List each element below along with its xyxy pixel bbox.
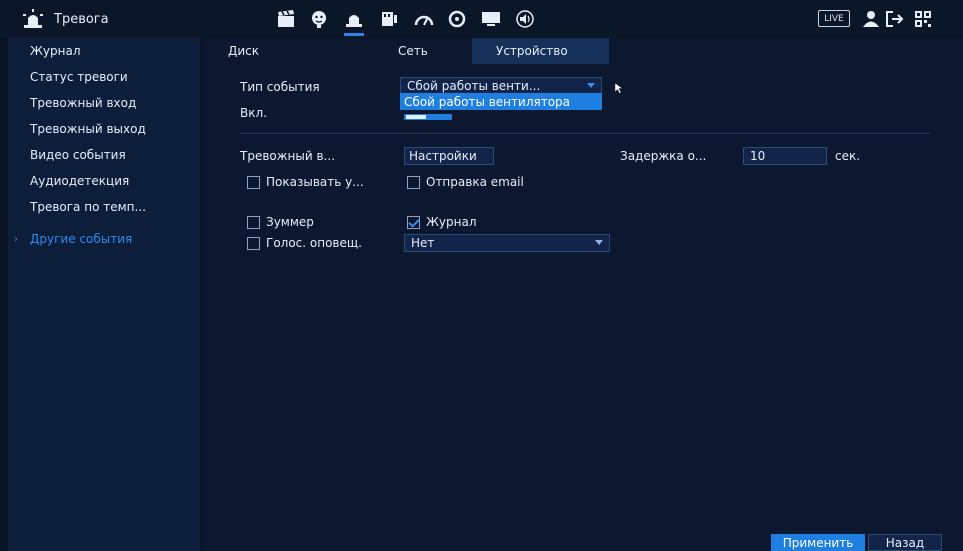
sidebar-item-video-events[interactable]: Видео события — [8, 142, 200, 168]
face-icon[interactable] — [308, 9, 330, 29]
main-panel: Диск Сеть Устройство Тип события Сбой ра… — [204, 38, 963, 551]
app-title-text: Тревога — [54, 11, 109, 27]
tab-device[interactable]: Устройство — [472, 38, 609, 64]
checkbox-box — [247, 215, 260, 229]
live-button[interactable]: LIVE — [818, 10, 850, 27]
speedometer-icon[interactable] — [413, 9, 435, 29]
sidebar-item-label: Журнал — [30, 44, 81, 58]
apply-button[interactable]: Применить — [771, 534, 865, 551]
logout-icon[interactable] — [884, 9, 906, 29]
sidebar-item-label: Тревожный вход — [30, 96, 137, 110]
sidebar-item-label: Тревожный выход — [30, 122, 146, 136]
checkbox-box — [407, 215, 420, 229]
sidebar-item-temperature-alarm[interactable]: Тревога по темп... — [8, 194, 200, 220]
settings-button[interactable]: Настройки — [404, 147, 494, 165]
delay-unit: сек. — [835, 149, 861, 163]
send-email-checkbox[interactable]: Отправка email — [407, 175, 524, 189]
show-message-checkbox[interactable]: Показывать у... — [247, 175, 364, 189]
alarm-icon[interactable] — [343, 9, 365, 36]
toggle-knob — [406, 115, 426, 119]
enable-label: Вкл. — [240, 106, 267, 120]
checkbox-label: Показывать у... — [266, 175, 364, 189]
checkbox-label: Журнал — [426, 215, 477, 229]
tab-disk[interactable]: Диск — [204, 38, 294, 64]
top-bar: Тревога LIVE — [0, 0, 963, 38]
sidebar-item-label: Аудиодетекция — [30, 174, 130, 188]
sidebar-item-label: Статус тревоги — [30, 70, 128, 84]
chevron-right-icon: › — [14, 233, 18, 245]
disc-icon[interactable] — [446, 9, 468, 29]
tab-label: Сеть — [398, 44, 428, 58]
chevron-down-icon — [595, 240, 603, 245]
log-checkbox[interactable]: Журнал — [407, 215, 477, 229]
event-type-option-label: Сбой работы вентилятора — [404, 94, 571, 109]
sidebar-item-label: Тревога по темп... — [30, 200, 146, 214]
alarm-out-label: Тревожный в... — [240, 149, 336, 163]
checkbox-label: Отправка email — [426, 175, 524, 189]
user-icon[interactable] — [860, 9, 882, 29]
sidebar-item-journal[interactable]: Журнал — [8, 38, 200, 64]
app-title: Тревога — [22, 9, 109, 29]
buzzer-checkbox[interactable]: Зуммер — [247, 215, 314, 229]
voice-checkbox[interactable]: Голос. оповещ. — [247, 236, 362, 250]
chevron-down-icon — [587, 83, 595, 88]
delay-label: Задержка о... — [620, 149, 707, 163]
checkbox-label: Зуммер — [266, 215, 314, 229]
sidebar-item-other-events[interactable]: › Другие события — [8, 226, 200, 252]
sidebar-item-label: Другие события — [30, 232, 133, 246]
event-type-value: Сбой работы венти... — [407, 79, 541, 93]
event-type-label: Тип события — [240, 80, 320, 94]
network-icon[interactable] — [378, 9, 400, 29]
sidebar-item-alarm-status[interactable]: Статус тревоги — [8, 64, 200, 90]
clapperboard-icon[interactable] — [275, 9, 297, 29]
sidebar-item-alarm-output[interactable]: Тревожный выход — [8, 116, 200, 142]
checkbox-box — [247, 236, 260, 250]
back-button[interactable]: Назад — [868, 534, 942, 551]
tab-label: Диск — [228, 44, 260, 58]
sidebar-item-audio-detection[interactable]: Аудиодетекция — [8, 168, 200, 194]
voice-value: Нет — [411, 236, 435, 250]
checkbox-box — [407, 175, 420, 189]
monitor-icon[interactable] — [480, 9, 502, 29]
sidebar-item-label: Видео события — [30, 148, 126, 162]
alarm-icon — [23, 9, 43, 28]
delay-input[interactable]: 10 — [743, 147, 827, 165]
checkbox-box — [247, 175, 260, 189]
divider — [240, 133, 930, 134]
sidebar: Журнал Статус тревоги Тревожный вход Тре… — [8, 38, 200, 551]
bottom-bar: Применить Назад — [204, 529, 963, 551]
voice-select[interactable]: Нет — [404, 234, 610, 252]
event-type-option[interactable]: Сбой работы вентилятора — [400, 93, 602, 110]
tab-label: Устройство — [496, 44, 568, 58]
sidebar-item-alarm-input[interactable]: Тревожный вход — [8, 90, 200, 116]
speaker-icon[interactable] — [514, 9, 536, 29]
tab-network[interactable]: Сеть — [374, 38, 464, 64]
qr-code-icon[interactable] — [912, 9, 934, 29]
checkbox-label: Голос. оповещ. — [266, 236, 362, 250]
mouse-cursor-icon — [614, 82, 624, 94]
enable-toggle[interactable] — [404, 114, 452, 120]
